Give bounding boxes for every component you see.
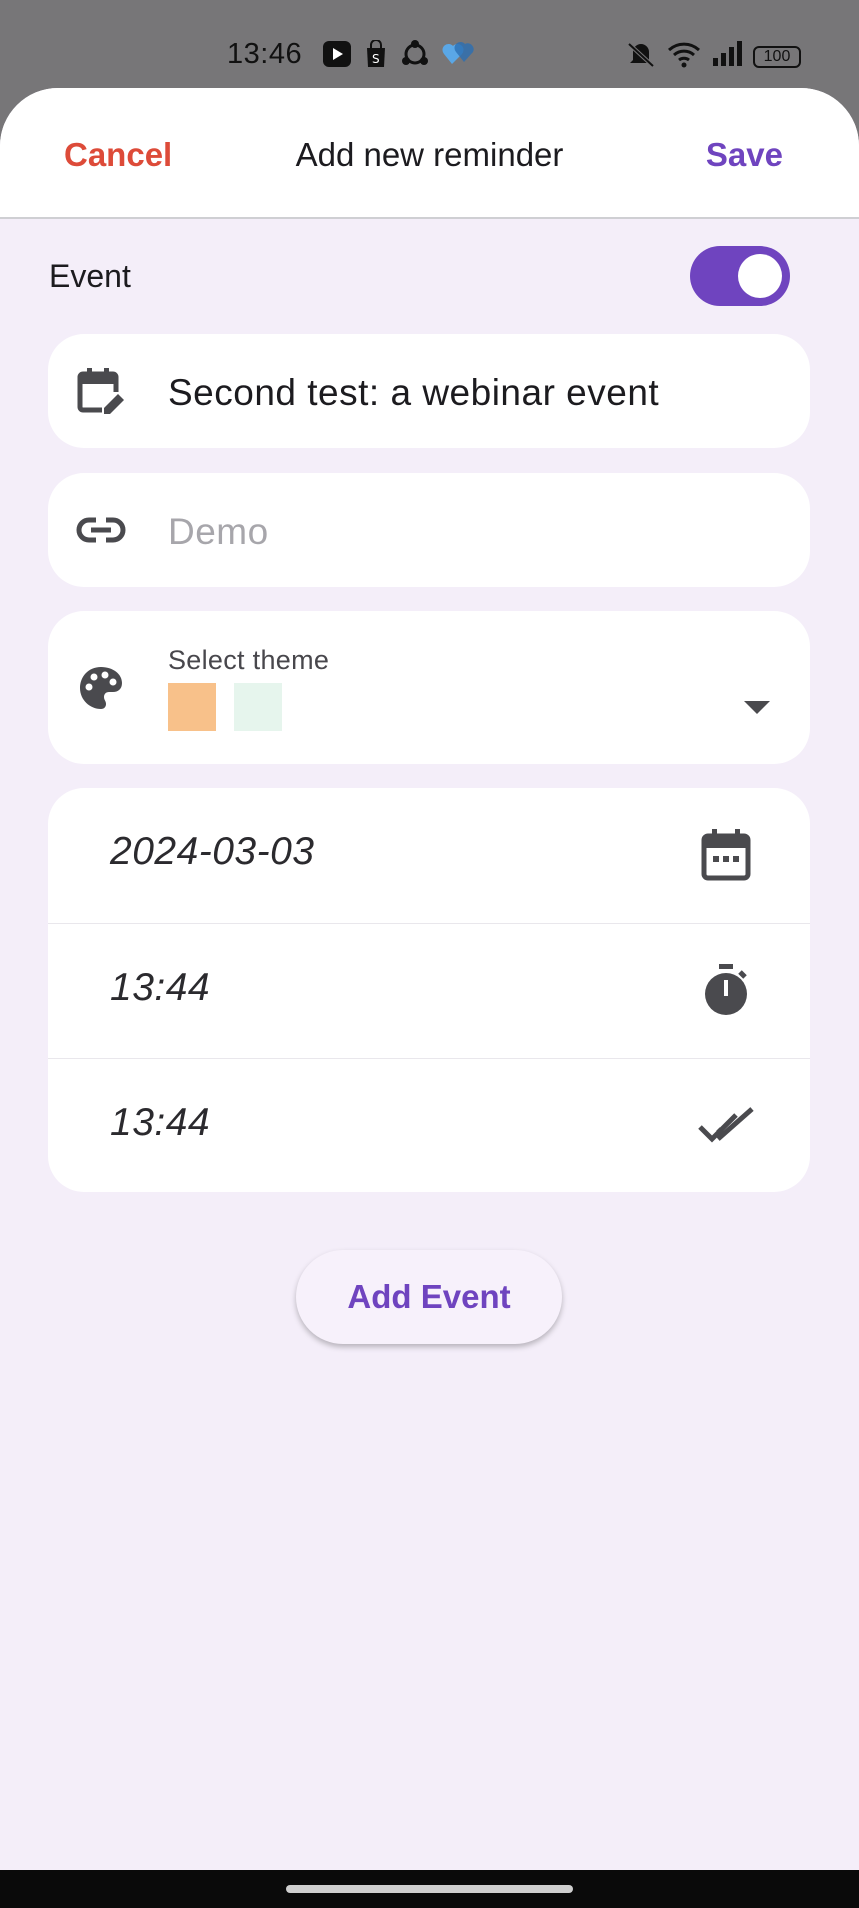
link-input-placeholder[interactable]: Demo: [168, 511, 269, 553]
status-bar: 13:46 S 100: [0, 0, 859, 88]
date-row[interactable]: 2024-03-03: [48, 788, 810, 922]
edit-calendar-icon: [76, 366, 126, 416]
theme-swatch-primary: [168, 683, 216, 731]
calendar-icon[interactable]: [698, 826, 754, 882]
date-value: 2024-03-03: [110, 830, 315, 873]
theme-label: Select theme: [168, 645, 330, 675]
switch-knob: [738, 254, 782, 298]
sheet-header: Cancel Add new reminder Save: [0, 88, 859, 219]
chevron-down-icon[interactable]: [744, 701, 770, 714]
sync-icon: [400, 40, 430, 73]
home-gesture-handle[interactable]: [286, 1885, 573, 1893]
shopping-bag-icon: S: [364, 39, 388, 73]
video-app-icon: [322, 40, 352, 73]
battery-icon: 100: [753, 45, 801, 68]
end-time-value: 13:44: [110, 1101, 211, 1144]
system-icons: 100: [625, 40, 801, 73]
title-input-value[interactable]: Second test: a webinar event: [168, 372, 659, 414]
svg-text:S: S: [372, 52, 380, 66]
hearts-icon: [442, 40, 474, 73]
event-toggle-label: Event: [49, 258, 131, 294]
navigation-bar: [0, 1870, 859, 1908]
done-all-icon[interactable]: [698, 1097, 754, 1153]
mute-icon: [625, 40, 657, 73]
palette-icon: [76, 663, 126, 713]
notification-icons: S: [322, 39, 474, 73]
status-time: 13:46: [227, 38, 303, 70]
timer-icon[interactable]: [698, 962, 754, 1018]
add-event-button[interactable]: Add Event: [296, 1250, 562, 1344]
link-icon: [76, 505, 126, 555]
save-button[interactable]: Save: [706, 136, 783, 174]
link-field[interactable]: Demo: [48, 473, 810, 587]
reminder-sheet: Cancel Add new reminder Save Event Secon…: [0, 88, 859, 1870]
schedule-card: 2024-03-03 13:44 13:44: [48, 788, 810, 1192]
theme-select[interactable]: Select theme: [48, 611, 810, 764]
title-field[interactable]: Second test: a webinar event: [48, 334, 810, 448]
event-toggle-switch[interactable]: [690, 246, 790, 306]
wifi-icon: [667, 40, 701, 73]
signal-icon: [711, 40, 743, 73]
start-time-row[interactable]: 13:44: [48, 923, 810, 1057]
start-time-value: 13:44: [110, 966, 211, 1009]
theme-swatch-secondary: [234, 683, 282, 731]
end-time-row[interactable]: 13:44: [48, 1058, 810, 1192]
